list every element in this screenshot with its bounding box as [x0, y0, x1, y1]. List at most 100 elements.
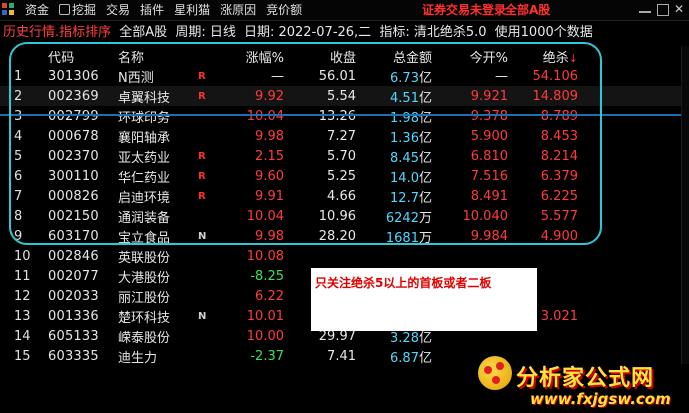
vertical-scrollbar[interactable]: [681, 46, 689, 364]
row-index: 11: [14, 268, 31, 284]
header-jue[interactable]: 绝杀↓: [510, 47, 582, 66]
total-amount: 6242万: [360, 207, 436, 226]
table-row[interactable]: 6 300110 华仁药业 R 9.60 5.25 14.0亿 7.516 6.379: [0, 166, 689, 186]
indicator-label: 指标: 清北绝杀5.0: [379, 25, 487, 40]
header-change[interactable]: 涨幅%: [216, 47, 286, 66]
close-price: 56.01: [318, 68, 356, 84]
table-row[interactable]: 3 002799 环球印务 10.04 13.26 1.98亿 9.378 8.789: [0, 106, 689, 126]
amount-value: 12.7: [390, 190, 419, 206]
minimize-icon[interactable]: [639, 4, 651, 13]
total-amount: 4.51亿: [360, 87, 436, 106]
amount-unit: 亿: [418, 190, 432, 206]
close-price: 5.25: [327, 168, 356, 184]
menu-item-funds[interactable]: 资金: [20, 0, 54, 21]
change-pct: 9.91: [255, 188, 284, 204]
table-row[interactable]: 1 301306 N西测 R —56.01 6.73亿 —54.106: [0, 66, 689, 86]
stock-code: 605133: [48, 328, 99, 344]
amount-value: 6242: [385, 210, 419, 226]
mode-title: 历史行情.指标排序: [3, 25, 112, 40]
total-amount: 1681万: [360, 227, 436, 246]
date-label: 日期: 2022-07-26,二: [243, 25, 372, 40]
table-row[interactable]: 8 002150 通润装备 10.04 10.96 6242万 10.040 5.577: [0, 206, 689, 226]
table-row[interactable]: 5 002370 亚太药业 R 2.15 5.70 8.45亿 6.810 8.214: [0, 146, 689, 166]
market-link[interactable]: 全部A股: [505, 0, 550, 21]
table-row[interactable]: 10 002846 英联股份 10.08: [0, 246, 689, 266]
watermark-title: 分析家公式网: [516, 366, 655, 391]
menu-item-plugin[interactable]: 插件: [135, 0, 169, 21]
stock-name: 嵘泰股份: [118, 330, 171, 346]
table-row[interactable]: 2 002369 卓翼科技 R 9.92 5.54 4.51亿 9.921 14.809: [0, 86, 689, 106]
header-amount[interactable]: 总金额: [360, 47, 436, 66]
menu-bar: 资金 挖掘 交易 插件 星利猫 涨原因 竞价额 证券交易未登录 全部A股 ✕: [0, 0, 689, 21]
close-price: 28.20: [318, 228, 356, 244]
watermark-logo-icon: [478, 356, 512, 390]
stock-name: 英联股份: [118, 250, 171, 266]
close-price: 7.41: [327, 348, 356, 364]
jue-value: 54.106: [532, 68, 579, 84]
close-price: 7.27: [327, 128, 356, 144]
header-jue-label: 绝杀: [542, 50, 569, 66]
jue-value: 8.214: [540, 148, 578, 164]
close-price: 13.26: [318, 108, 356, 124]
row-index: 1: [14, 68, 23, 84]
header-name[interactable]: 名称: [112, 47, 198, 66]
header-open[interactable]: 今开%: [436, 47, 510, 66]
menu-item-mining[interactable]: 挖掘: [54, 0, 101, 21]
header-close[interactable]: 收盘: [286, 47, 360, 66]
change-pct: 9.60: [255, 168, 284, 184]
stock-name: 襄阳轴承: [118, 130, 171, 146]
amount-unit: 万: [418, 230, 432, 246]
amount-unit: 亿: [418, 90, 432, 106]
menu-item-auction-amount[interactable]: 竞价额: [261, 0, 307, 21]
total-amount: 1.36亿: [360, 127, 436, 146]
stock-code: 002077: [48, 268, 99, 284]
open-pct: 9.984: [470, 228, 508, 244]
stock-code: 000826: [48, 188, 99, 204]
stock-code: 002369: [48, 88, 99, 104]
open-pct: 8.491: [470, 188, 508, 204]
jue-value: 8.453: [540, 128, 578, 144]
maximize-icon[interactable]: [657, 4, 669, 16]
row-index: 13: [14, 308, 31, 324]
change-pct: 10.04: [246, 108, 284, 124]
stock-code: 300110: [48, 168, 99, 184]
stock-name: 卓翼科技: [118, 90, 171, 106]
amount-unit: 亿: [418, 130, 432, 146]
change-pct: -8.25: [250, 268, 284, 284]
row-index: 5: [14, 148, 23, 164]
close-icon[interactable]: ✕: [674, 3, 686, 15]
scope-label[interactable]: 全部A股: [119, 25, 167, 40]
header-code[interactable]: 代码: [36, 47, 112, 66]
stock-name: 通润装备: [118, 210, 171, 226]
jue-value: 6.379: [540, 168, 578, 184]
total-amount: 6.87亿: [360, 347, 436, 366]
row-index: 6: [14, 168, 23, 184]
amount-unit: 万: [418, 210, 432, 226]
table-row[interactable]: 9 603170 宝立食品 N 9.98 28.20 1681万 9.984 4.900: [0, 226, 689, 246]
amount-unit: 亿: [418, 150, 432, 166]
change-pct: 9.98: [255, 128, 284, 144]
stock-name: 大港股份: [118, 270, 171, 286]
amount-value: 1.98: [390, 110, 419, 126]
open-pct: 10.040: [462, 208, 509, 224]
row-index: 12: [14, 288, 31, 304]
row-index: 9: [14, 228, 23, 244]
stock-name: 亚太药业: [118, 150, 171, 166]
stock-name: N西测: [118, 70, 154, 86]
margin-flag: R: [198, 150, 206, 162]
mining-icon: [59, 3, 71, 15]
table-row[interactable]: 7 000826 启迪环境 R 9.91 4.66 12.7亿 8.491 6.225: [0, 186, 689, 206]
stock-name: 华仁药业: [118, 170, 171, 186]
open-pct: 5.900: [470, 128, 508, 144]
app-logo-icon[interactable]: [2, 3, 16, 17]
table-row[interactable]: 4 000678 襄阳轴承 9.98 7.27 1.36亿 5.900 8.453: [0, 126, 689, 146]
login-status[interactable]: 证券交易未登录: [422, 0, 506, 21]
jue-value: 4.900: [540, 228, 578, 244]
menu-item-xinglimao[interactable]: 星利猫: [169, 0, 215, 21]
stock-name: 环球印务: [118, 110, 171, 126]
margin-flag: R: [198, 90, 206, 102]
change-pct: 10.04: [246, 208, 284, 224]
watermark-url: www.fxjgsw.com: [530, 390, 671, 408]
menu-item-limit-reason[interactable]: 涨原因: [215, 0, 261, 21]
menu-item-trade[interactable]: 交易: [101, 0, 135, 21]
